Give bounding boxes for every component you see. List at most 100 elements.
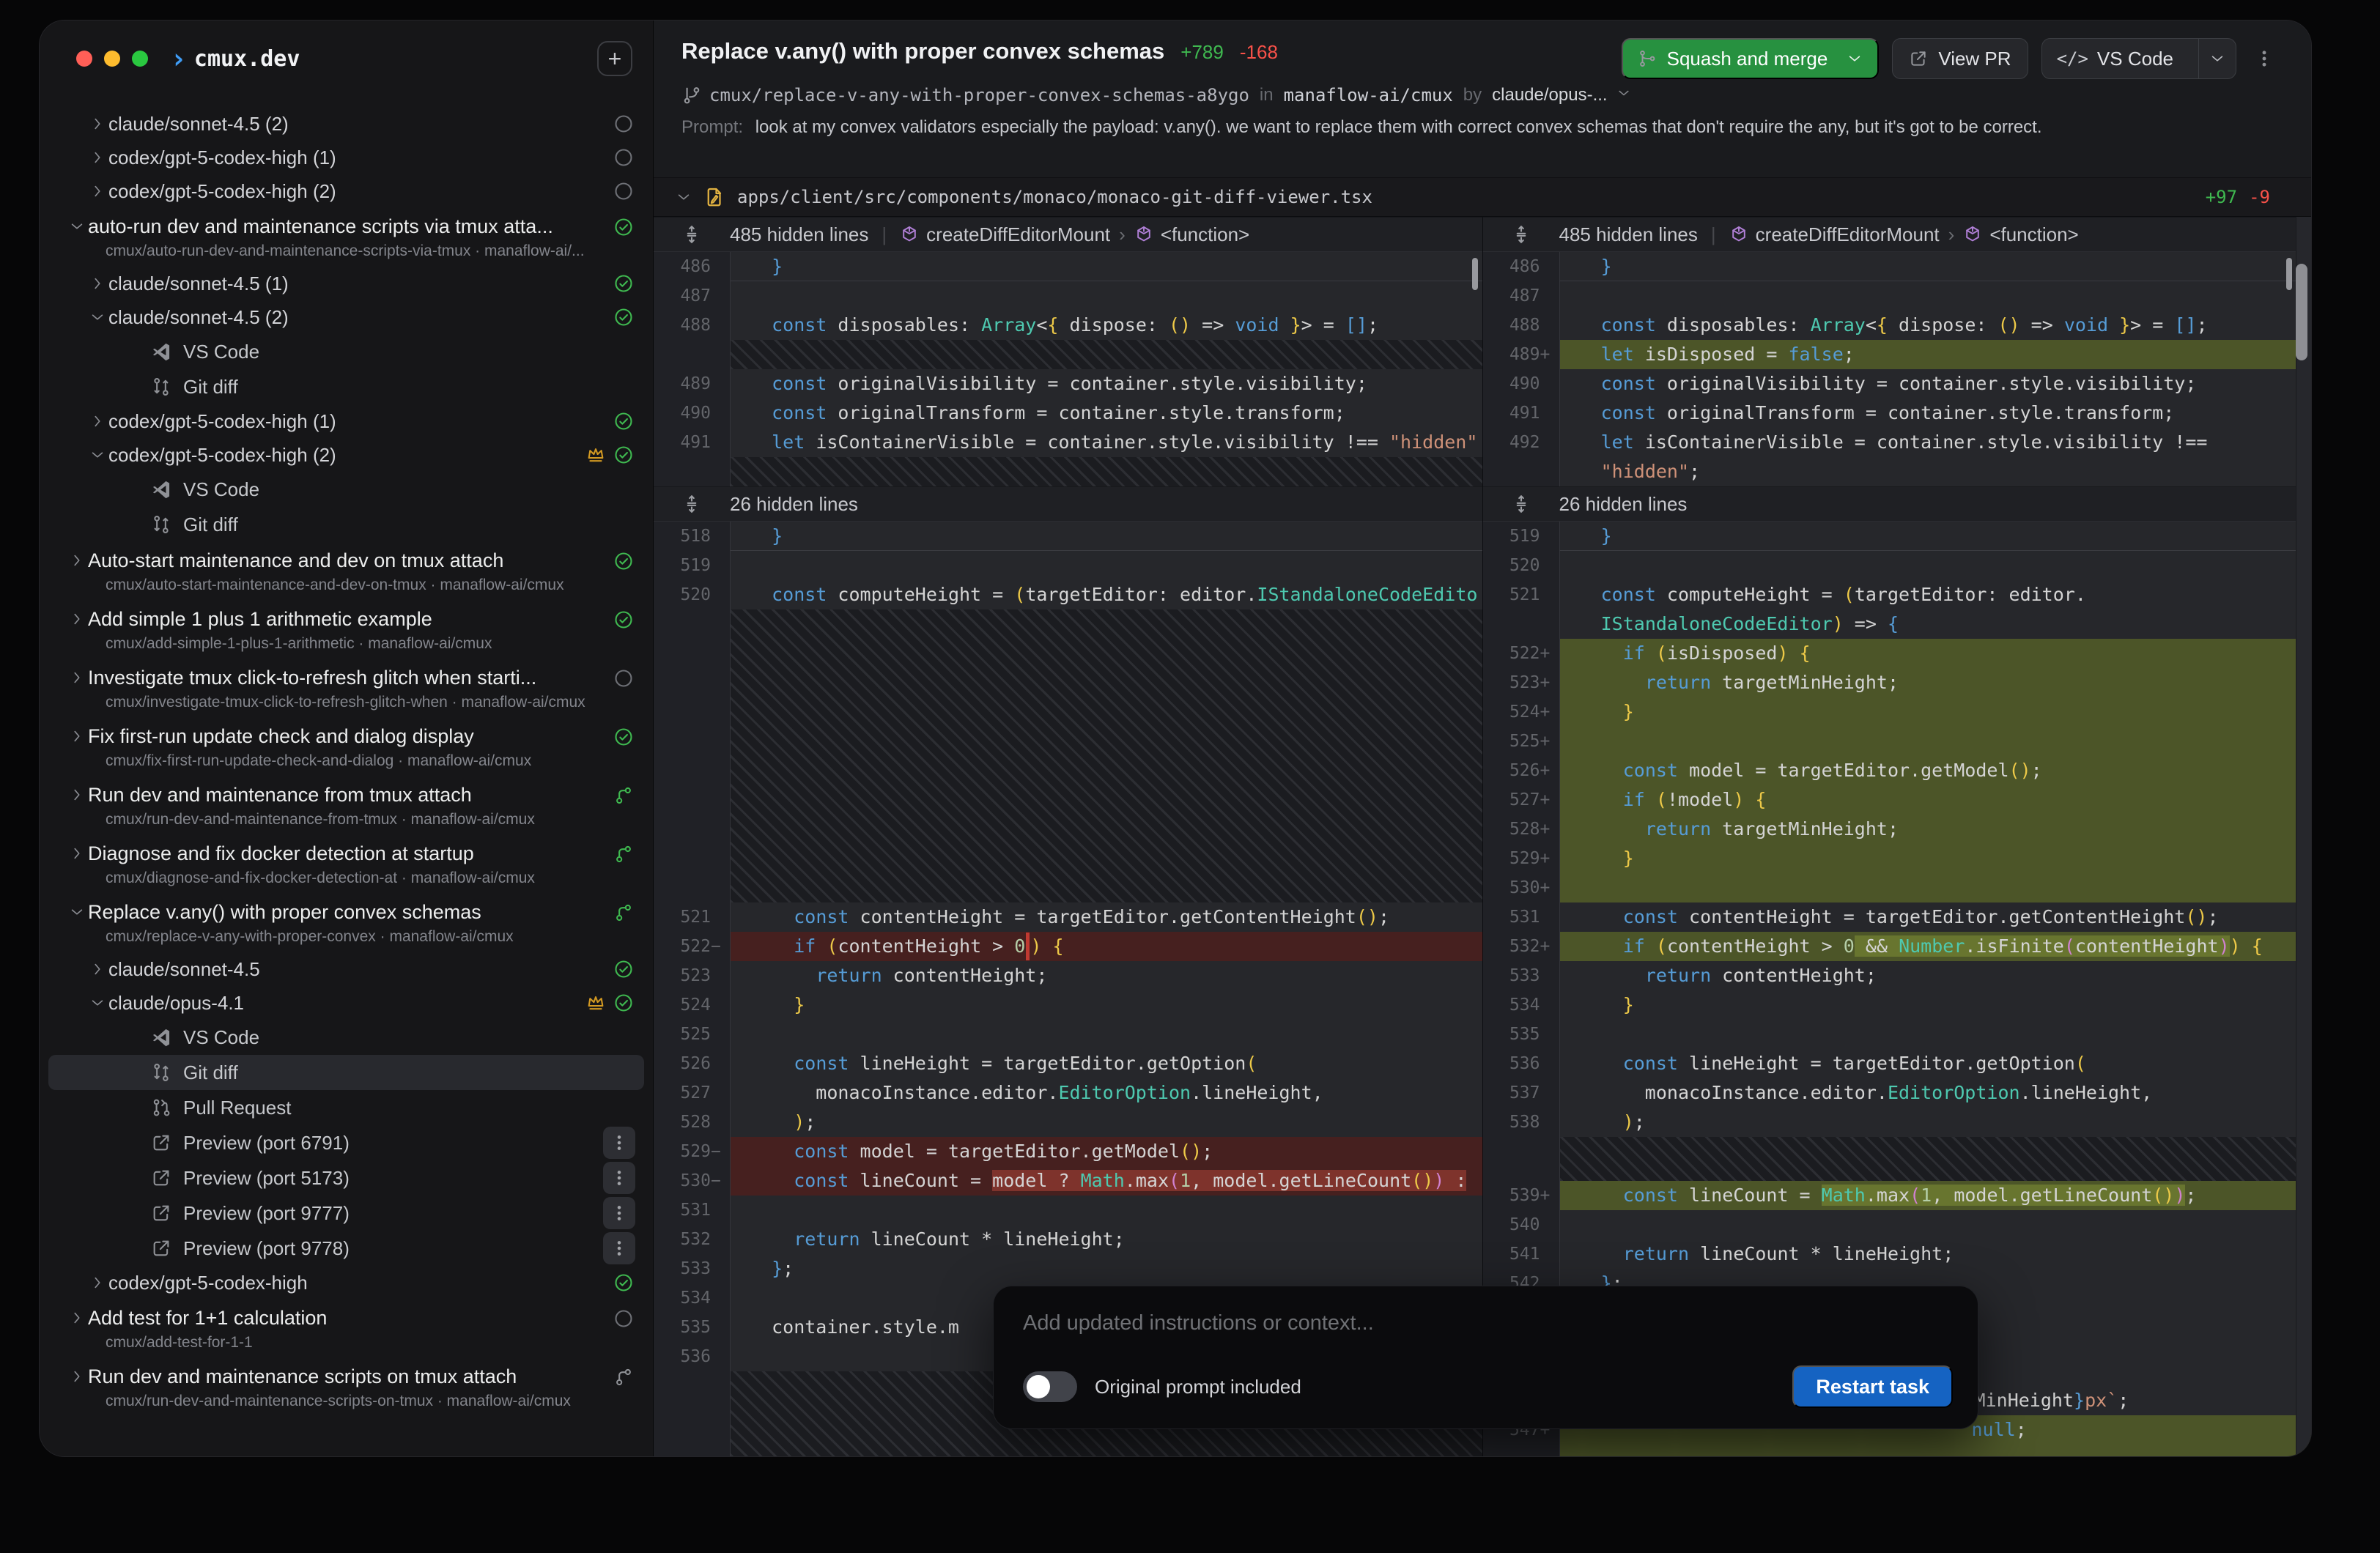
sidebar-branch-item[interactable]: codex/gpt-5-codex-high xyxy=(48,1266,644,1300)
zoom-window-icon[interactable] xyxy=(132,51,148,67)
chevron-right-icon[interactable] xyxy=(66,670,88,686)
sidebar-item-pull-request[interactable]: Pull Request xyxy=(48,1090,644,1125)
diff-line: 526 const lineHeight = targetEditor.getO… xyxy=(654,1049,1482,1078)
squash-and-merge-button[interactable]: Squash and merge xyxy=(1622,38,1880,79)
sidebar-item-vs-code[interactable]: VS Code xyxy=(48,472,644,507)
chevron-down-icon[interactable] xyxy=(1616,85,1631,105)
hidden-lines-strip[interactable]: 26 hidden lines xyxy=(654,486,1482,522)
diff-line: "hidden"; xyxy=(1483,457,2312,486)
status-badge xyxy=(613,785,644,806)
sidebar-preview-item[interactable]: Preview (port 9778) xyxy=(48,1231,644,1266)
sidebar-branch-item[interactable]: claude/sonnet-4.5 (2) xyxy=(48,107,644,141)
unfold-icon[interactable] xyxy=(654,224,730,245)
chevron-right-icon[interactable] xyxy=(86,183,108,199)
sidebar-item-git-diff[interactable]: Git diff xyxy=(48,507,644,542)
status-badge xyxy=(613,114,644,134)
sidebar-branch-item[interactable]: claude/sonnet-4.5 (2) xyxy=(48,300,644,334)
sidebar-branch-item[interactable]: claude/sonnet-4.5 (1) xyxy=(48,267,644,300)
chevron-right-icon[interactable] xyxy=(86,413,108,429)
unfold-icon[interactable] xyxy=(654,494,730,514)
sidebar-task-item[interactable]: Replace v.any() with proper convex schem… xyxy=(48,894,644,952)
instructions-input[interactable]: Add updated instructions or context... xyxy=(1023,1311,1953,1335)
pane-scrollbar-thumb[interactable] xyxy=(2286,258,2292,290)
sidebar-preview-item[interactable]: Preview (port 5173) xyxy=(48,1160,644,1196)
chevron-right-icon[interactable] xyxy=(66,845,88,861)
chevron-down-icon[interactable] xyxy=(86,309,108,325)
sidebar-task-item[interactable]: Add simple 1 plus 1 arithmetic examplecm… xyxy=(48,601,644,659)
sidebar-item-git-diff[interactable]: Git diff xyxy=(48,369,644,404)
hidden-lines-label: 485 hidden lines xyxy=(730,223,868,246)
sidebar-item-vs-code[interactable]: VS Code xyxy=(48,334,644,369)
agent-name[interactable]: claude/opus-... xyxy=(1492,85,1607,105)
minimize-window-icon[interactable] xyxy=(104,51,120,67)
chevron-right-icon[interactable] xyxy=(86,116,108,132)
sidebar-task-item[interactable]: Run dev and maintenance from tmux attach… xyxy=(48,776,644,835)
sidebar-task-item[interactable]: auto-run dev and maintenance scripts via… xyxy=(48,208,644,267)
preview-options-icon[interactable] xyxy=(603,1162,635,1194)
hidden-lines-strip[interactable]: 485 hidden lines|createDiffEditorMount›<… xyxy=(1483,217,2312,252)
pane-scrollbar-thumb[interactable] xyxy=(1472,258,1478,290)
squash-dropdown-chevron-icon[interactable] xyxy=(1847,51,1863,67)
sidebar-branch-item[interactable]: claude/opus-4.1 xyxy=(48,986,644,1020)
sidebar-item-git-diff[interactable]: Git diff xyxy=(48,1055,644,1090)
original-prompt-toggle[interactable] xyxy=(1023,1371,1077,1402)
chevron-right-icon[interactable] xyxy=(66,611,88,627)
preview-options-icon[interactable] xyxy=(603,1232,635,1264)
task-title: Investigate tmux click-to-refresh glitch… xyxy=(88,667,536,689)
chevron-down-icon[interactable] xyxy=(66,904,88,920)
line-number: 520 xyxy=(1483,551,1559,580)
sidebar-item-vs-code[interactable]: VS Code xyxy=(48,1020,644,1055)
new-task-button[interactable]: + xyxy=(597,41,632,76)
sidebar-branch-item[interactable]: codex/gpt-5-codex-high (2) xyxy=(48,438,644,472)
unfold-icon[interactable] xyxy=(1483,494,1559,514)
sidebar-task-item[interactable]: Fix first-run update check and dialog di… xyxy=(48,718,644,776)
preview-options-icon[interactable] xyxy=(603,1127,635,1159)
chevron-right-icon[interactable] xyxy=(86,275,108,292)
sidebar-branch-item[interactable]: claude/sonnet-4.5 xyxy=(48,952,644,986)
status-pending-icon xyxy=(613,114,634,134)
diff-line: 529− const model = targetEditor.getModel… xyxy=(654,1137,1482,1166)
scrollbar-thumb[interactable] xyxy=(2296,264,2307,360)
chevron-right-icon[interactable] xyxy=(86,961,108,977)
close-window-icon[interactable] xyxy=(76,51,92,67)
preview-options-icon[interactable] xyxy=(603,1197,635,1229)
sidebar-branch-item[interactable]: codex/gpt-5-codex-high (2) xyxy=(48,174,644,208)
header-overflow-menu-icon[interactable] xyxy=(2250,38,2279,79)
file-bar[interactable]: apps/client/src/components/monaco/monaco… xyxy=(654,177,2311,217)
view-pr-button[interactable]: View PR xyxy=(1892,38,2028,79)
sidebar-preview-item[interactable]: Preview (port 9777) xyxy=(48,1196,644,1231)
sidebar-task-item[interactable]: Diagnose and fix docker detection at sta… xyxy=(48,835,644,894)
window-controls[interactable] xyxy=(76,51,148,67)
chevron-down-icon[interactable] xyxy=(66,218,88,234)
chevron-right-icon[interactable] xyxy=(86,149,108,166)
chevron-down-icon[interactable] xyxy=(86,995,108,1011)
chevron-down-icon[interactable] xyxy=(86,447,108,463)
line-number: 523 xyxy=(654,961,730,990)
chevron-right-icon[interactable] xyxy=(66,1310,88,1326)
line-number: 491 xyxy=(1483,399,1559,428)
sidebar-task-item[interactable]: Investigate tmux click-to-refresh glitch… xyxy=(48,659,644,718)
chevron-right-icon[interactable] xyxy=(66,728,88,744)
sidebar-task-item[interactable]: Add test for 1+1 calculationcmux/add-tes… xyxy=(48,1300,644,1358)
line-number: 490 xyxy=(654,399,730,428)
unfold-icon[interactable] xyxy=(1483,224,1559,245)
diff-line: 489+ let isDisposed = false; xyxy=(1483,340,2312,369)
sidebar-branch-item[interactable]: codex/gpt-5-codex-high (1) xyxy=(48,404,644,438)
vscode-dropdown-chevron-icon[interactable] xyxy=(2198,39,2236,78)
chevron-right-icon[interactable] xyxy=(66,1368,88,1385)
open-vscode-button[interactable]: </> VS Code xyxy=(2041,38,2236,79)
collapse-file-chevron-icon[interactable] xyxy=(676,189,692,205)
chevron-right-icon[interactable] xyxy=(66,787,88,803)
hidden-lines-strip[interactable]: 26 hidden lines xyxy=(1483,486,2312,522)
diff-line: 536 const lineHeight = targetEditor.getO… xyxy=(1483,1049,2312,1078)
restart-task-button[interactable]: Restart task xyxy=(1792,1365,1953,1408)
sidebar-preview-item[interactable]: Preview (port 6791) xyxy=(48,1125,644,1160)
sidebar-task-item[interactable]: Auto-start maintenance and dev on tmux a… xyxy=(48,542,644,601)
chevron-right-icon[interactable] xyxy=(86,1275,108,1291)
symbol-name: createDiffEditorMount xyxy=(1756,223,1940,246)
hidden-lines-strip[interactable]: 485 hidden lines|createDiffEditorMount›<… xyxy=(654,217,1482,252)
line-number: 532+ xyxy=(1483,932,1559,961)
sidebar-branch-item[interactable]: codex/gpt-5-codex-high (1) xyxy=(48,141,644,174)
sidebar-task-item[interactable]: Run dev and maintenance scripts on tmux … xyxy=(48,1358,644,1417)
chevron-right-icon[interactable] xyxy=(66,552,88,568)
